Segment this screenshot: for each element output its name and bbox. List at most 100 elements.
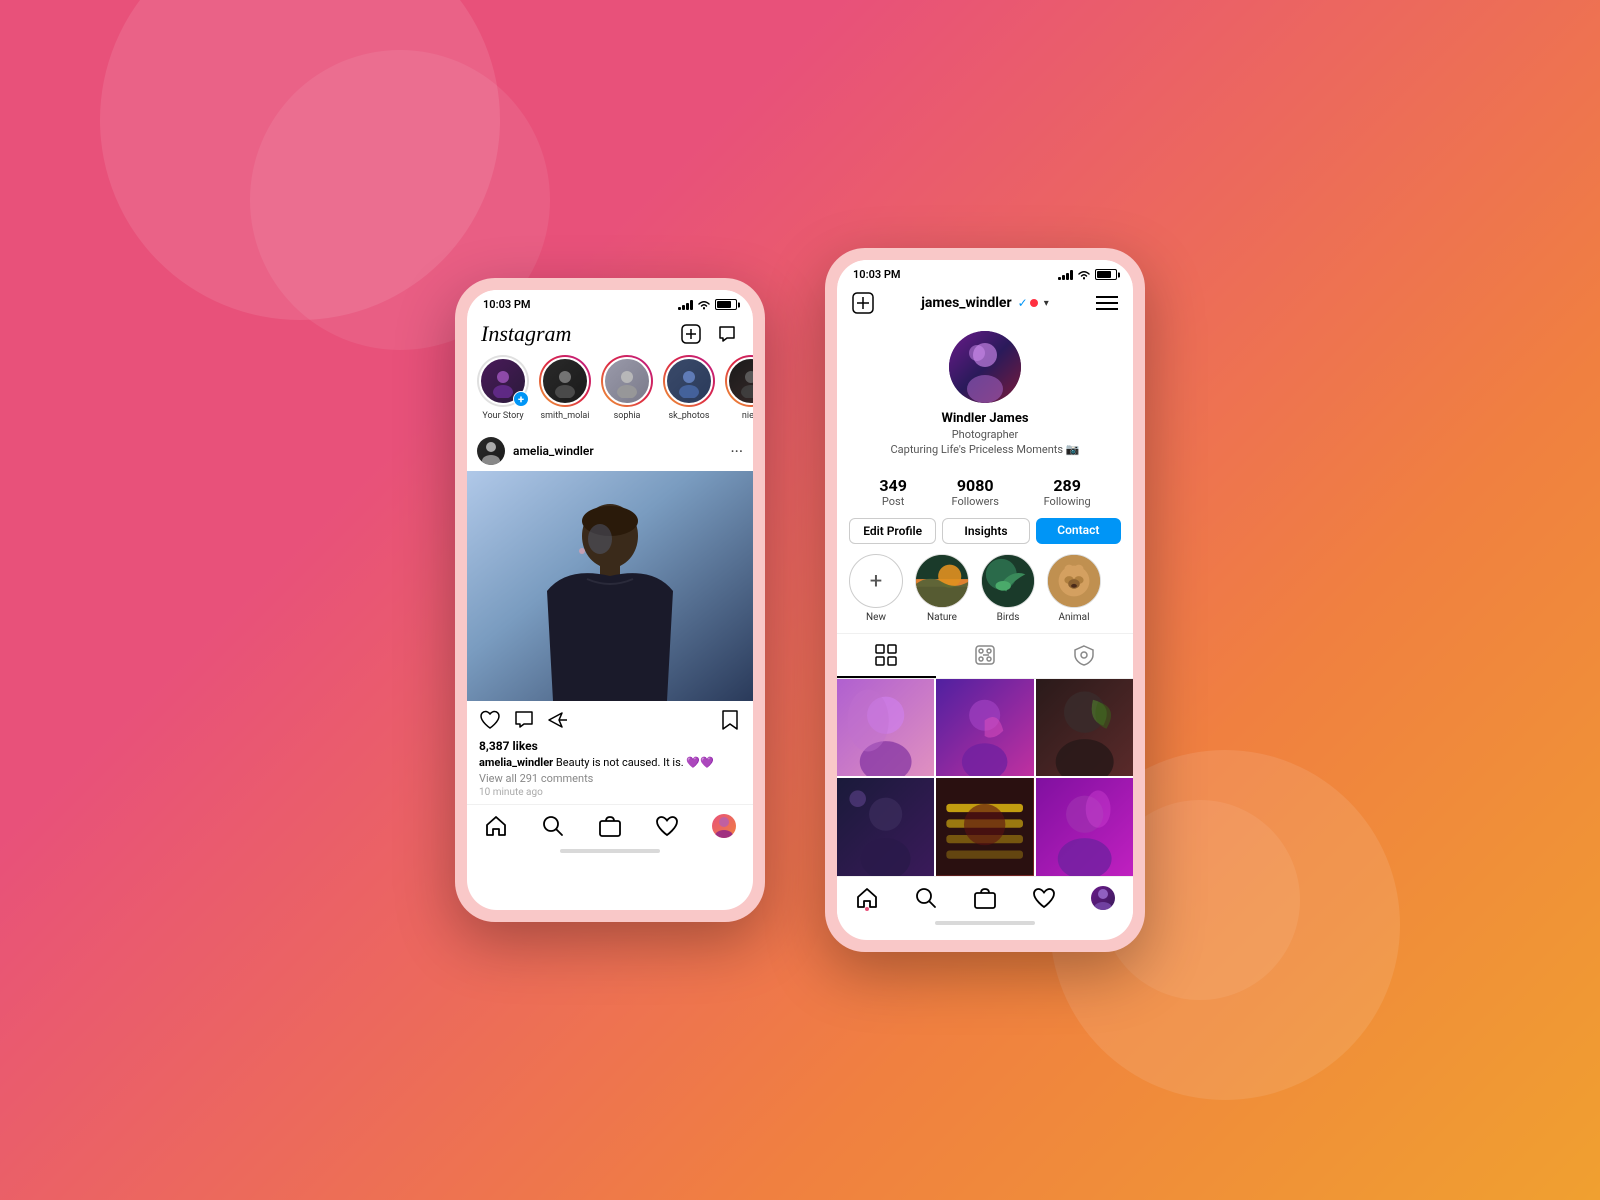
grid-photo-4[interactable] bbox=[837, 778, 934, 875]
highlight-animal[interactable]: Animal bbox=[1047, 554, 1101, 623]
profile-occupation: Photographer bbox=[952, 428, 1019, 441]
nav-shop-button[interactable] bbox=[597, 813, 623, 839]
nav-profile-profile-button[interactable] bbox=[1090, 885, 1116, 911]
stories-row: + Your Story smith_molai bbox=[467, 355, 753, 431]
status-icons-profile bbox=[1058, 269, 1117, 280]
profile-tabs bbox=[837, 633, 1133, 679]
profile-info: Windler James Photographer Capturing Lif… bbox=[837, 323, 1133, 466]
nav-home-button[interactable] bbox=[483, 813, 509, 839]
bottom-nav-profile bbox=[837, 876, 1133, 921]
nav-search-button[interactable] bbox=[540, 813, 566, 839]
tab-grid[interactable] bbox=[837, 634, 936, 678]
highlight-birds[interactable]: Birds bbox=[981, 554, 1035, 623]
menu-button[interactable] bbox=[1095, 291, 1119, 315]
stat-followers-label: Followers bbox=[952, 495, 999, 508]
story-sophia[interactable]: sophia bbox=[601, 355, 653, 421]
post-user[interactable]: amelia_windler bbox=[477, 437, 594, 465]
post-username: amelia_windler bbox=[513, 444, 594, 458]
story-label-smith: smith_molai bbox=[541, 411, 590, 421]
add-post-profile-button[interactable] bbox=[851, 291, 875, 315]
account-switcher-chevron[interactable]: ▾ bbox=[1044, 298, 1049, 309]
feed-header-icons bbox=[679, 322, 739, 346]
tab-reels[interactable] bbox=[936, 634, 1035, 678]
stat-posts-number: 349 bbox=[879, 476, 907, 495]
share-button[interactable] bbox=[547, 709, 569, 731]
story-sk-photos[interactable]: sk_photos bbox=[663, 355, 715, 421]
stat-followers[interactable]: 9080 Followers bbox=[952, 476, 999, 508]
story-label-your: Your Story bbox=[482, 411, 523, 421]
add-post-button[interactable] bbox=[679, 322, 703, 346]
post-more-button[interactable]: ··· bbox=[730, 442, 743, 461]
phones-container: 10:03 PM bbox=[455, 248, 1145, 952]
story-smith-molai[interactable]: smith_molai bbox=[539, 355, 591, 421]
profile-header: james_windler ✓ ▾ bbox=[837, 285, 1133, 323]
stat-followers-number: 9080 bbox=[957, 476, 994, 495]
story-label-sophia: sophia bbox=[614, 411, 641, 421]
wifi-icon bbox=[697, 300, 711, 310]
nav-search-profile-button[interactable] bbox=[913, 885, 939, 911]
nav-home-profile-button[interactable] bbox=[854, 885, 880, 911]
nav-likes-button[interactable] bbox=[654, 813, 680, 839]
stat-following-number: 289 bbox=[1053, 476, 1081, 495]
stat-following[interactable]: 289 Following bbox=[1044, 476, 1091, 508]
highlight-new[interactable]: + New bbox=[849, 554, 903, 623]
grid-photo-5[interactable] bbox=[936, 778, 1033, 875]
home-indicator bbox=[560, 849, 660, 853]
stat-following-label: Following bbox=[1044, 495, 1091, 508]
tab-tagged[interactable] bbox=[1034, 634, 1133, 678]
stat-posts-label: Post bbox=[882, 495, 904, 508]
save-button[interactable] bbox=[719, 709, 741, 731]
highlight-circle-birds bbox=[981, 554, 1035, 608]
profile-picture[interactable] bbox=[949, 331, 1021, 403]
highlight-label-birds: Birds bbox=[997, 612, 1020, 623]
story-your[interactable]: + Your Story bbox=[477, 355, 529, 421]
stat-posts[interactable]: 349 Post bbox=[879, 476, 907, 508]
profile-action-buttons: Edit Profile Insights Contact bbox=[837, 518, 1133, 554]
nav-likes-profile-button[interactable] bbox=[1031, 885, 1057, 911]
grid-photo-3[interactable] bbox=[1036, 679, 1133, 776]
insights-button[interactable]: Insights bbox=[942, 518, 1029, 544]
story-label-niel: niel_ bbox=[742, 411, 753, 421]
like-button[interactable] bbox=[479, 709, 501, 731]
post-header: amelia_windler ··· bbox=[467, 431, 753, 471]
highlight-add-button[interactable]: + bbox=[849, 554, 903, 608]
edit-profile-button[interactable]: Edit Profile bbox=[849, 518, 936, 544]
highlight-label-animal: Animal bbox=[1058, 612, 1089, 623]
post-likes: 8,387 likes bbox=[467, 739, 753, 755]
phone-feed-screen: 10:03 PM bbox=[467, 290, 753, 910]
verified-badge: ✓ bbox=[1018, 296, 1038, 310]
grid-photo-1[interactable] bbox=[837, 679, 934, 776]
signal-icon-profile bbox=[1058, 270, 1073, 280]
highlights-row: + New Nature bbox=[837, 554, 1133, 633]
grid-photo-6[interactable] bbox=[1036, 778, 1133, 875]
status-bar-profile: 10:03 PM bbox=[837, 260, 1133, 285]
caption-text: Beauty is not caused. It is. 💜💜 bbox=[556, 756, 714, 769]
grid-photo-2[interactable] bbox=[936, 679, 1033, 776]
post-caption: amelia_windler Beauty is not caused. It … bbox=[467, 755, 753, 772]
battery-icon bbox=[715, 299, 737, 310]
instagram-logo: Instagram bbox=[481, 321, 571, 347]
highlight-label-nature: Nature bbox=[927, 612, 957, 623]
story-niel[interactable]: niel_ bbox=[725, 355, 753, 421]
photo-grid bbox=[837, 679, 1133, 876]
battery-icon-profile bbox=[1095, 269, 1117, 280]
bottom-nav-feed bbox=[467, 804, 753, 849]
add-story-badge: + bbox=[513, 391, 529, 407]
contact-button[interactable]: Contact bbox=[1036, 518, 1121, 544]
post-actions-left bbox=[479, 709, 569, 731]
profile-bio: Capturing Life's Priceless Moments 📷 bbox=[891, 443, 1080, 456]
nav-shop-profile-button[interactable] bbox=[972, 885, 998, 911]
highlight-circle-nature bbox=[915, 554, 969, 608]
post-actions bbox=[467, 701, 753, 739]
notification-dot bbox=[1030, 299, 1038, 307]
status-icons-feed bbox=[678, 299, 737, 310]
nav-profile-button[interactable] bbox=[711, 813, 737, 839]
post-time: 10 minute ago bbox=[467, 787, 753, 804]
highlight-nature[interactable]: Nature bbox=[915, 554, 969, 623]
comment-button[interactable] bbox=[513, 709, 535, 731]
post-comments[interactable]: View all 291 comments bbox=[467, 772, 753, 787]
messages-button[interactable] bbox=[715, 322, 739, 346]
phone-feed: 10:03 PM bbox=[455, 278, 765, 922]
status-bar-feed: 10:03 PM bbox=[467, 290, 753, 315]
post-image bbox=[467, 471, 753, 701]
